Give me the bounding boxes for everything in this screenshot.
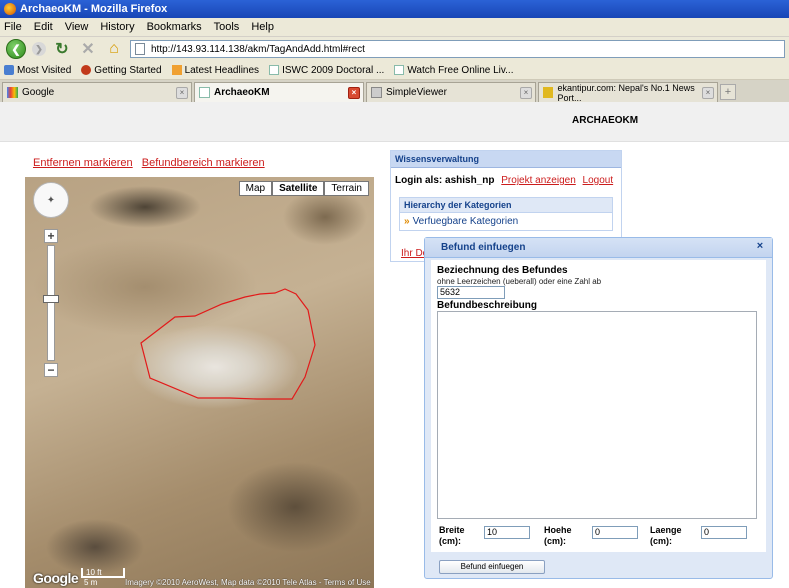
menu-bookmarks[interactable]: Bookmarks xyxy=(147,21,202,33)
page-content: ARCHAEOKM Entfernen markieren Befundbere… xyxy=(0,102,789,588)
remove-mark-link[interactable]: Entfernen markieren xyxy=(33,157,133,169)
name-label: Beziechnung des Befundes xyxy=(437,265,568,276)
map-attribution[interactable]: Imagery ©2010 AeroWest, Map data ©2010 T… xyxy=(125,578,371,587)
most-visited-icon xyxy=(4,65,14,75)
map-type-satellite[interactable]: Satellite xyxy=(272,181,325,196)
firefox-bookmark-icon xyxy=(81,65,92,75)
insert-find-dialog: Befund einfuegen × Beziechnung des Befun… xyxy=(424,237,773,579)
satellite-map[interactable]: ✦ + − Map Satellite Terrain Google 10 ft… xyxy=(25,177,374,588)
dialog-header: Befund einfuegen × xyxy=(425,238,772,258)
close-tab-icon[interactable]: × xyxy=(702,87,714,99)
forward-button[interactable]: ❯ xyxy=(32,42,46,56)
breite-input[interactable]: 10 xyxy=(484,526,530,539)
zoom-slider-thumb[interactable] xyxy=(43,295,59,303)
menu-file[interactable]: File xyxy=(4,21,22,33)
close-tab-icon[interactable]: × xyxy=(520,87,532,99)
page-icon xyxy=(269,65,280,75)
tab-archaeokm[interactable]: ArchaeoKM × xyxy=(194,82,364,102)
menu-bar: File Edit View History Bookmarks Tools H… xyxy=(0,18,789,37)
simpleviewer-icon xyxy=(371,87,382,98)
page-icon xyxy=(394,65,405,75)
marked-area-polygon[interactable] xyxy=(25,177,374,588)
menu-tools[interactable]: Tools xyxy=(214,21,240,33)
login-label: Login als: xyxy=(395,175,443,186)
map-actions: Entfernen markieren Befundbereich markie… xyxy=(33,157,271,169)
laenge-label: Laenge (cm): xyxy=(650,525,682,546)
close-tab-icon[interactable]: × xyxy=(176,87,188,99)
pan-control[interactable]: ✦ xyxy=(33,182,69,218)
stop-icon[interactable]: ✕ xyxy=(78,39,98,59)
bookmark-most-visited[interactable]: Most Visited xyxy=(4,65,71,76)
polygon-shape xyxy=(140,288,316,400)
map-type-terrain[interactable]: Terrain xyxy=(324,181,369,196)
google-logo[interactable]: Google xyxy=(33,570,79,586)
menu-view[interactable]: View xyxy=(65,21,89,33)
url-bar[interactable]: http://143.93.114.138/akm/TagAndAdd.html… xyxy=(130,40,785,58)
category-hierarchy: Hierarchy der Kategorien » Verfuegbare Ka… xyxy=(399,197,613,231)
name-input[interactable]: 5632 xyxy=(437,286,505,299)
tab-simpleviewer[interactable]: SimpleViewer × xyxy=(366,82,536,102)
page-icon xyxy=(199,87,210,98)
navigation-toolbar: ❮ ❯ ↻ ✕ ⌂ http://143.93.114.138/akm/TagA… xyxy=(0,37,789,61)
bookmark-getting-started[interactable]: Getting Started xyxy=(81,65,162,76)
map-scale-m: 5 m xyxy=(84,578,98,587)
menu-edit[interactable]: Edit xyxy=(34,21,53,33)
tab-google[interactable]: Google × xyxy=(2,82,192,102)
panel-title: Wissensverwaltung xyxy=(391,151,621,168)
map-scale-ft: 10 ft xyxy=(81,568,125,578)
description-label: Befundbeschreibung xyxy=(437,300,538,311)
zoom-out-button[interactable]: − xyxy=(44,363,58,377)
hoehe-input[interactable]: 0 xyxy=(592,526,638,539)
login-line: Login als: ashish_np Projekt anzeigen Lo… xyxy=(391,168,621,193)
rss-icon xyxy=(171,65,182,75)
bookmark-watch-free[interactable]: Watch Free Online Liv... xyxy=(394,65,513,76)
bookmark-iswc[interactable]: ISWC 2009 Doctoral ... xyxy=(269,65,384,76)
zoom-in-button[interactable]: + xyxy=(44,229,58,243)
page-icon xyxy=(135,43,145,55)
home-icon[interactable]: ⌂ xyxy=(104,39,124,59)
bookmarks-bar: Most Visited Getting Started Latest Head… xyxy=(0,61,789,80)
close-icon[interactable]: × xyxy=(754,241,766,253)
project-link[interactable]: Projekt anzeigen xyxy=(501,175,576,186)
zoom-slider[interactable] xyxy=(47,245,55,361)
firefox-icon xyxy=(4,3,16,15)
double-arrow-icon: » xyxy=(404,216,410,227)
url-text: http://143.93.114.138/akm/TagAndAdd.html… xyxy=(151,43,365,55)
breite-label: Breite (cm): xyxy=(439,525,465,546)
dialog-title: Befund einfuegen xyxy=(441,242,526,253)
brand-title: ARCHAEOKM xyxy=(572,115,639,126)
tab-bar: Google × ArchaeoKM × SimpleViewer × ekan… xyxy=(0,80,789,103)
logout-link[interactable]: Logout xyxy=(583,175,614,186)
dialog-body: Beziechnung des Befundes ohne Leerzeiche… xyxy=(431,260,766,552)
hierarchy-title: Hierarchy der Kategorien xyxy=(400,198,612,213)
description-textarea[interactable] xyxy=(437,311,757,519)
page-header: ARCHAEOKM xyxy=(0,102,789,142)
laenge-input[interactable]: 0 xyxy=(701,526,747,539)
window-titlebar: ArchaeoKM - Mozilla Firefox xyxy=(0,0,789,18)
close-tab-icon[interactable]: × xyxy=(348,87,360,99)
menu-history[interactable]: History xyxy=(100,21,134,33)
window-title: ArchaeoKM - Mozilla Firefox xyxy=(20,3,168,15)
available-categories-item[interactable]: » Verfuegbare Kategorien xyxy=(400,213,612,230)
reload-icon[interactable]: ↻ xyxy=(52,39,72,59)
ekantipur-icon xyxy=(543,87,554,98)
mark-area-link[interactable]: Befundbereich markieren xyxy=(142,157,265,169)
google-icon xyxy=(7,87,18,98)
map-type-map[interactable]: Map xyxy=(238,181,273,196)
back-button[interactable]: ❮ xyxy=(6,39,26,59)
tab-ekantipur[interactable]: ekantipur.com: Nepal's No.1 News Port...… xyxy=(538,82,718,103)
hoehe-label: Hoehe (cm): xyxy=(544,525,572,546)
map-type-control: Map Satellite Terrain xyxy=(238,181,369,196)
new-tab-button[interactable]: + xyxy=(720,84,736,100)
bookmark-latest-headlines[interactable]: Latest Headlines xyxy=(171,65,259,76)
insert-find-button[interactable]: Befund einfuegen xyxy=(439,560,545,574)
menu-help[interactable]: Help xyxy=(251,21,274,33)
login-user: ashish_np xyxy=(445,175,495,186)
name-hint: ohne Leerzeichen (ueberall) oder eine Za… xyxy=(437,277,602,286)
